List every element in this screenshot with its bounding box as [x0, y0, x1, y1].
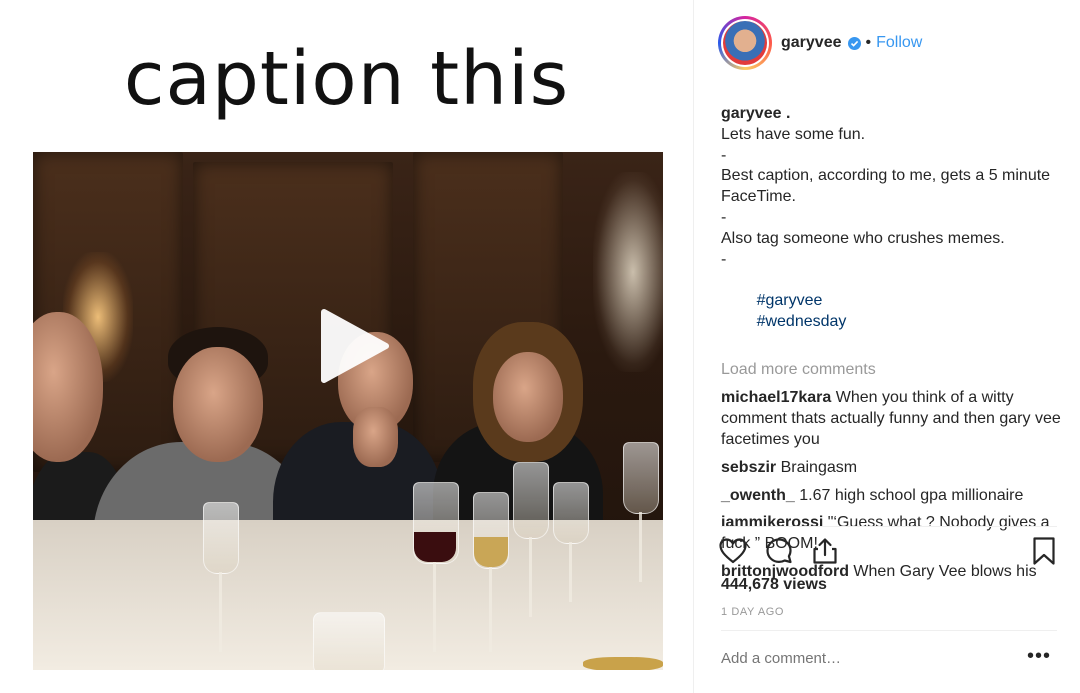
- comment-item: sebszir Braingasm: [721, 458, 1061, 479]
- wine-glass: [513, 462, 549, 539]
- wine-glass: [203, 502, 239, 574]
- comment-username[interactable]: michael17kara: [721, 389, 831, 406]
- caption-author[interactable]: garyvee .: [721, 104, 1061, 125]
- glass-stem: [219, 572, 222, 652]
- avatar[interactable]: [718, 16, 772, 70]
- caption-line: -: [721, 208, 727, 226]
- instagram-post-page: caption this garyvee • Follow garyvee . …: [0, 0, 1080, 693]
- red-wine: [414, 532, 456, 562]
- hashtag-link[interactable]: #wednesday: [757, 313, 847, 330]
- comment-text: 1.67 high school gpa millionaire: [799, 486, 1024, 504]
- glass-stem: [569, 542, 572, 602]
- author-username[interactable]: garyvee: [781, 34, 842, 52]
- action-bar: [718, 536, 1057, 570]
- video-player[interactable]: [33, 152, 663, 670]
- comment-item: _owenth_ 1.67 high school gpa millionair…: [721, 486, 1061, 507]
- wine-glass: [553, 482, 589, 544]
- table-dish: [583, 657, 663, 670]
- verified-badge-icon: [847, 36, 861, 50]
- comments-list: garyvee . Lets have some fun. - Best cap…: [721, 104, 1061, 590]
- comment-item: michael17kara When you think of a witty …: [721, 388, 1061, 450]
- comment-icon[interactable]: [764, 536, 794, 571]
- play-icon: [321, 309, 389, 383]
- share-icon[interactable]: [810, 536, 840, 571]
- person-head: [493, 352, 563, 442]
- add-comment-input[interactable]: [721, 650, 1021, 667]
- hashtag-link[interactable]: #garyvee: [757, 292, 823, 309]
- caption-hashtags: #garyvee #wednesday: [721, 270, 1061, 353]
- caption-line: -: [721, 146, 727, 164]
- caption-line: Also tag someone who crushes memes.: [721, 229, 1005, 247]
- caption-line: -: [721, 250, 727, 268]
- follow-button[interactable]: Follow: [876, 34, 922, 52]
- comment-username[interactable]: sebszir: [721, 459, 776, 476]
- post-media: caption this: [0, 0, 693, 693]
- separator-dot: •: [865, 34, 872, 51]
- caption-line: Best caption, according to me, gets a 5 …: [721, 167, 1055, 206]
- media-overlay-text: caption this: [123, 36, 570, 122]
- glass-stem: [433, 562, 436, 652]
- view-count[interactable]: 444,678 views: [721, 576, 827, 594]
- person-head: [173, 347, 263, 462]
- white-wine: [474, 537, 508, 567]
- glass-stem: [529, 537, 532, 617]
- author-line: garyvee • Follow: [781, 34, 922, 52]
- glass-stem: [639, 512, 642, 582]
- post-header: garyvee • Follow: [694, 0, 1080, 88]
- post-sidebar: garyvee • Follow garyvee . Lets have som…: [693, 0, 1080, 693]
- caption-line: Lets have some fun.: [721, 125, 866, 143]
- load-more-comments-button[interactable]: Load more comments: [721, 360, 1061, 381]
- wine-glass: [623, 442, 659, 514]
- more-options-button[interactable]: •••: [1027, 646, 1051, 666]
- glass-stem: [489, 567, 492, 652]
- comment-text: Braingasm: [780, 458, 858, 476]
- person-hand: [353, 407, 398, 467]
- comment-username[interactable]: iammikerossi: [721, 514, 823, 531]
- avatar-image: [723, 21, 767, 65]
- water-glass: [313, 612, 385, 670]
- post-timestamp[interactable]: 1 DAY AGO: [721, 606, 784, 618]
- avatar-ring: [721, 19, 769, 67]
- comment-username[interactable]: _owenth_: [721, 487, 795, 504]
- divider: [721, 526, 1057, 527]
- play-button[interactable]: [316, 306, 392, 386]
- wall-decoration: [593, 172, 663, 372]
- divider: [721, 630, 1057, 631]
- heart-icon[interactable]: [718, 536, 748, 571]
- bookmark-icon[interactable]: [1031, 536, 1057, 571]
